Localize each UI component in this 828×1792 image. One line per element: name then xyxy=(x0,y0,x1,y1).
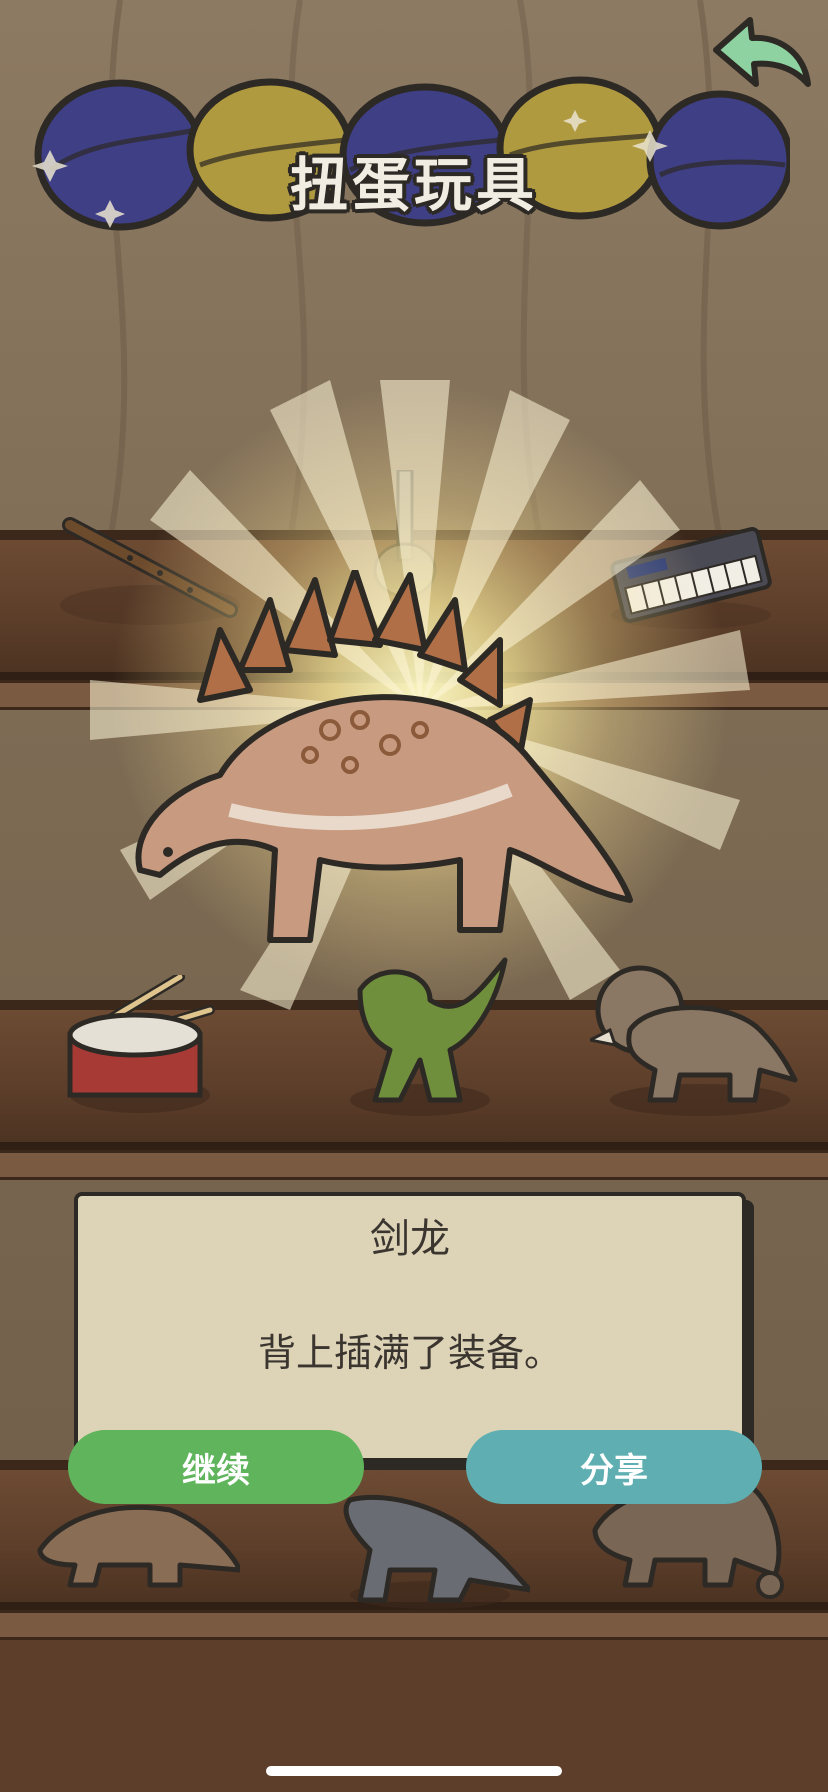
share-button[interactable]: 分享 xyxy=(466,1430,762,1504)
back-button[interactable] xyxy=(708,12,818,102)
drum-icon xyxy=(67,975,215,1113)
page-title: 扭蛋玩具 xyxy=(289,151,538,219)
continue-button[interactable]: 继续 xyxy=(68,1430,364,1504)
shelf-bottom-lip xyxy=(0,1610,828,1640)
triceratops-icon xyxy=(590,965,798,1116)
item-description: 背上插满了装备。 xyxy=(257,1331,562,1375)
home-indicator xyxy=(266,1766,562,1776)
stegosaurus-icon xyxy=(135,570,633,943)
shelf-middle-lip xyxy=(0,1150,828,1180)
back-arrow-icon xyxy=(713,17,811,87)
t-rex-icon xyxy=(350,957,508,1116)
item-name: 剑龙 xyxy=(370,1216,450,1262)
